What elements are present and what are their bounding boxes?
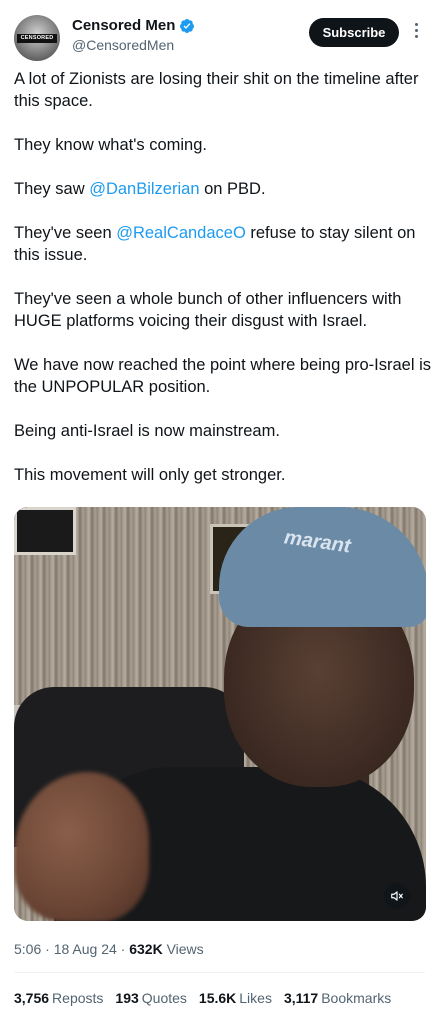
meta-separator: ·: [45, 941, 50, 957]
quotes-count: 193: [115, 990, 139, 1006]
bookmarks-label: Bookmarks: [321, 990, 392, 1006]
mention-link-danbilzerian[interactable]: @DanBilzerian: [89, 180, 199, 198]
quotes-label: Quotes: [141, 990, 187, 1006]
likes-stat[interactable]: 15.6K Likes: [199, 990, 272, 1006]
text-span: They've seen: [14, 224, 117, 242]
views-count: 632K: [129, 941, 163, 957]
tweet-paragraph: They've seen @RealCandaceO refuse to sta…: [14, 222, 432, 266]
divider: [14, 972, 425, 973]
reposts-stat[interactable]: 3,756 Reposts: [14, 990, 103, 1006]
reposts-count: 3,756: [14, 990, 50, 1006]
bookmarks-count: 3,117: [283, 990, 319, 1006]
bookmarks-stat[interactable]: 3,117 Bookmarks: [284, 990, 391, 1006]
tweet-text: A lot of Zionists are losing their shit …: [14, 68, 432, 508]
quotes-stat[interactable]: 193 Quotes: [115, 990, 187, 1006]
subscribe-button[interactable]: Subscribe: [309, 18, 399, 47]
reposts-label: Reposts: [52, 990, 104, 1006]
views-label: Views: [166, 941, 204, 957]
tweet-date[interactable]: 18 Aug 24: [54, 941, 117, 957]
tweet-time[interactable]: 5:06: [14, 941, 41, 957]
speaker-muted-icon: [391, 891, 403, 901]
author-names: Censored Men @CensoredMen: [72, 17, 195, 53]
text-span: They saw: [14, 180, 90, 198]
display-name-row[interactable]: Censored Men: [72, 17, 195, 34]
tweet-paragraph: We have now reached the point where bein…: [14, 356, 432, 396]
tweet-paragraph: Being anti-Israel is now mainstream.: [14, 422, 280, 440]
display-name[interactable]: Censored Men: [72, 17, 175, 34]
wall-frame: [14, 507, 76, 555]
likes-label: Likes: [239, 990, 272, 1006]
tweet-paragraph: They saw @DanBilzerian on PBD.: [14, 178, 432, 200]
mention-link-realcandaceo[interactable]: @RealCandaceO: [116, 224, 246, 242]
mute-button[interactable]: [384, 883, 410, 909]
tweet-paragraph: They've seen a whole bunch of other infl…: [14, 290, 402, 330]
tweet-header: CENSORED Censored Men @CensoredMen Subsc…: [14, 14, 425, 62]
tweet-paragraph: A lot of Zionists are losing their shit …: [14, 70, 419, 110]
handle[interactable]: @CensoredMen: [72, 37, 195, 53]
tweet-meta: 5:06 · 18 Aug 24 · 632K Views: [14, 941, 204, 957]
meta-separator: ·: [120, 941, 126, 957]
engagement-stats: 3,756 Reposts 193 Quotes 15.6K Likes 3,117 B…: [14, 990, 403, 1006]
more-options-icon[interactable]: [412, 23, 420, 43]
likes-count: 15.6K: [198, 990, 237, 1006]
avatar-text: CENSORED: [17, 34, 57, 43]
video-player[interactable]: marant: [14, 507, 426, 921]
tweet-paragraph: They know what's coming.: [14, 136, 207, 154]
tweet-paragraph: This movement will only get stronger.: [14, 466, 286, 484]
verified-badge-icon: [180, 18, 195, 33]
avatar[interactable]: CENSORED: [14, 15, 60, 61]
text-span: on PBD.: [199, 180, 266, 198]
